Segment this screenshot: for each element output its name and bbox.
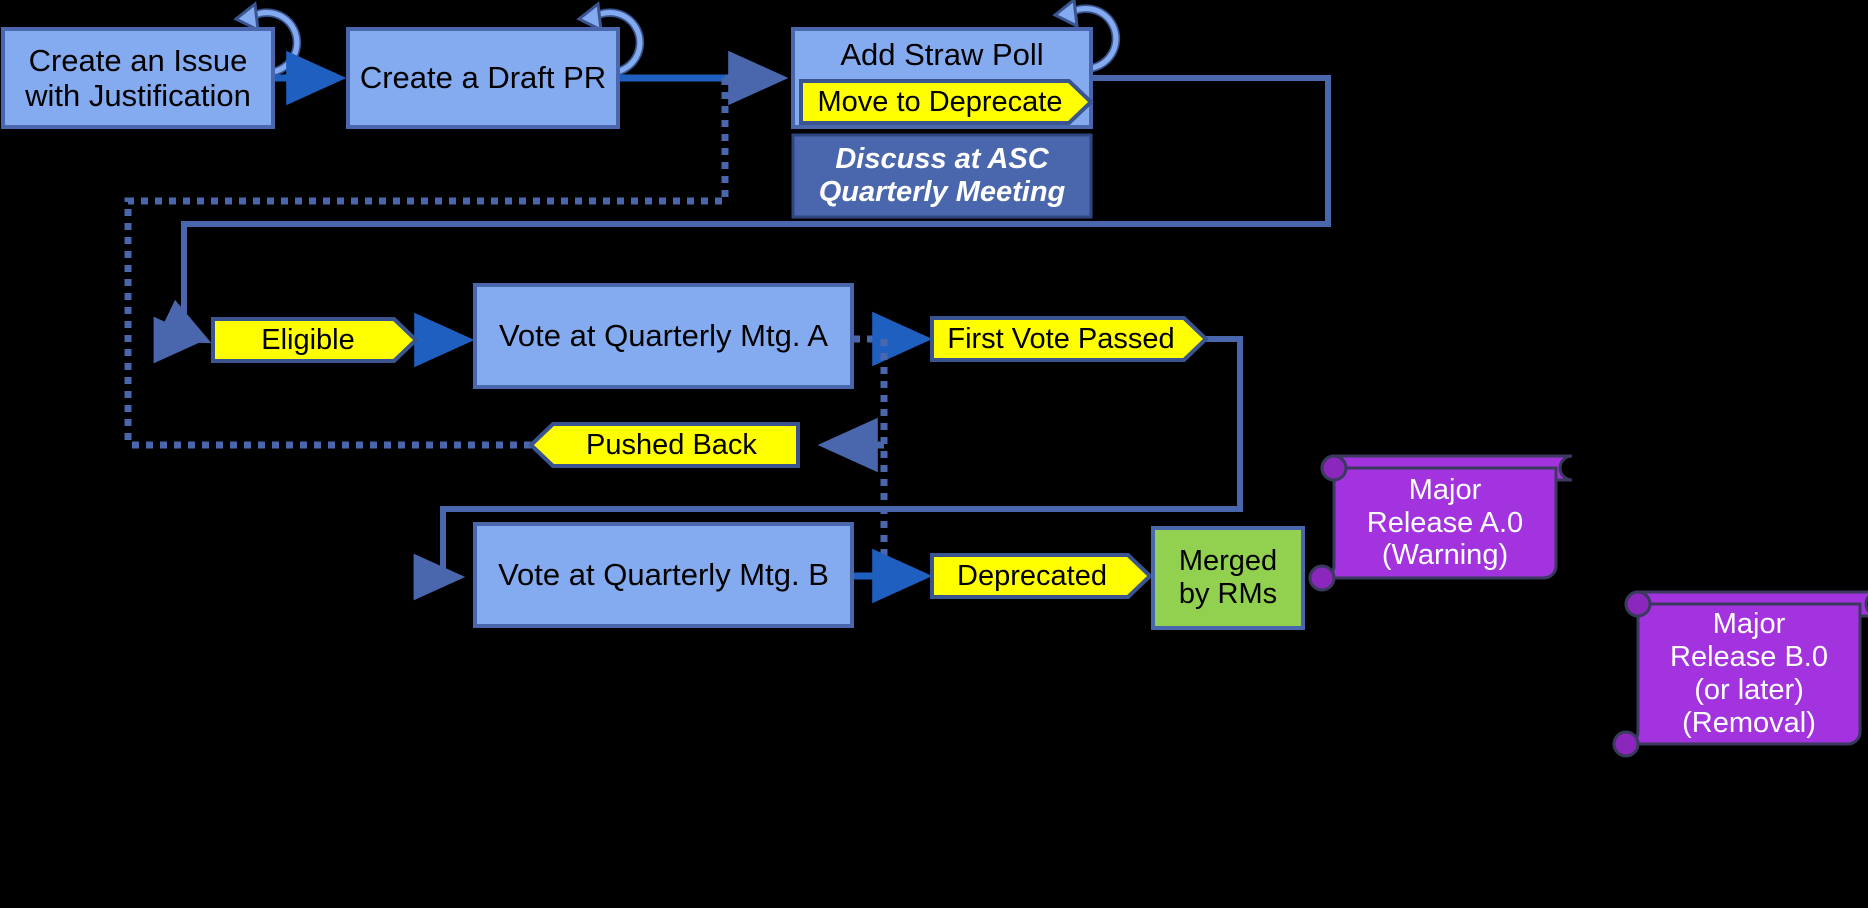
node-merged-by-rms[interactable] [1151,526,1305,630]
node-pushed-back[interactable] [528,422,800,468]
node-vote-mtg-b[interactable] [473,522,854,628]
node-eligible[interactable] [211,317,419,363]
node-create-draft-pr[interactable] [346,27,620,129]
node-vote-mtg-a[interactable] [473,283,854,389]
node-create-issue[interactable] [1,27,275,129]
node-major-release-a[interactable] [1308,454,1573,592]
node-first-vote-passed[interactable] [930,316,1209,362]
connector-layer [1,0,1868,758]
node-discuss-asc[interactable] [791,133,1093,219]
node-deprecated[interactable] [930,553,1153,599]
node-major-release-b[interactable] [1612,590,1868,758]
flowchart-canvas: Create an Issue with Justification Creat… [0,0,1868,908]
node-move-to-deprecate[interactable] [799,79,1094,125]
